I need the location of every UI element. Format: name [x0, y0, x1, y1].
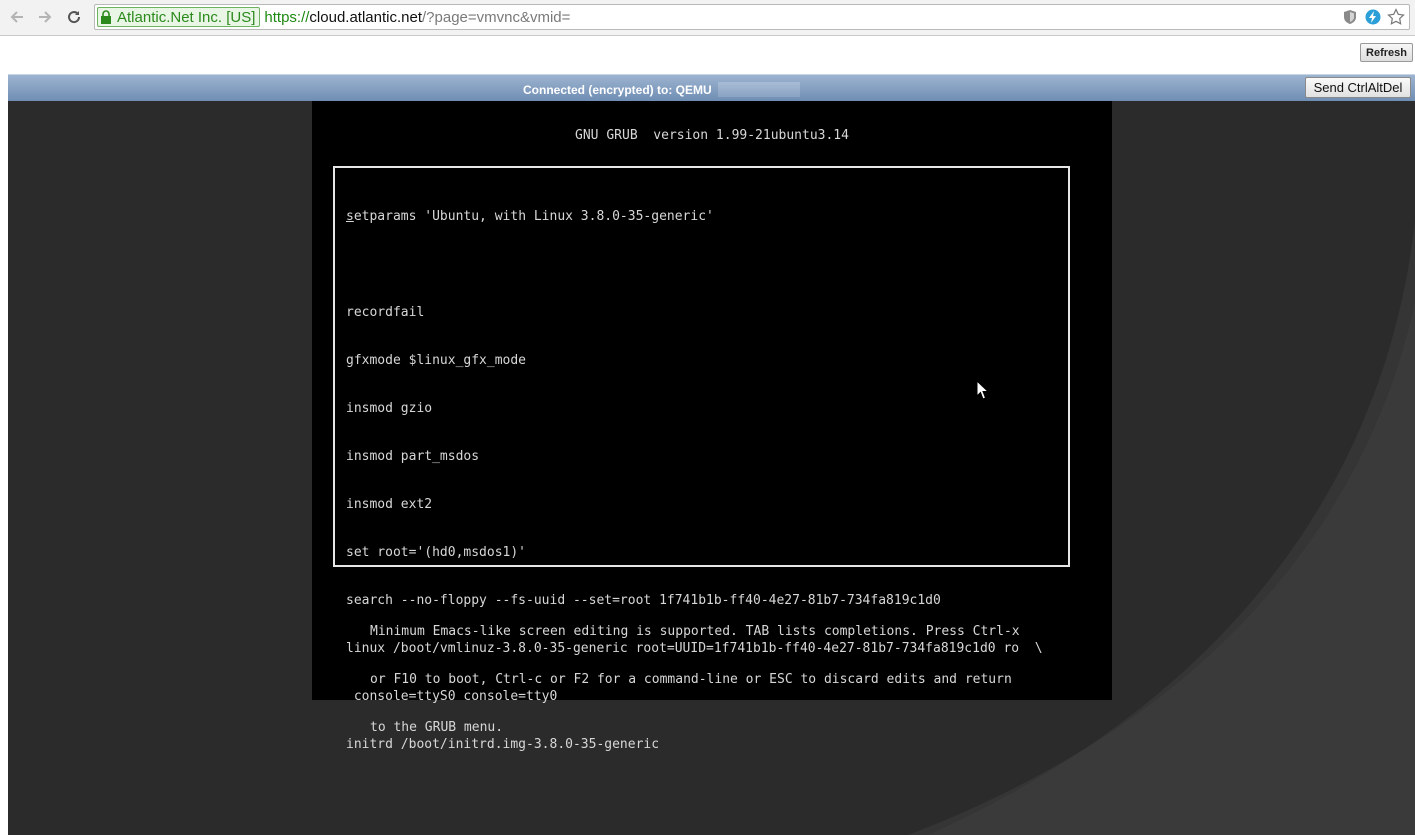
bookmark-star-icon[interactable] — [1386, 7, 1405, 26]
refresh-button[interactable]: Refresh — [1360, 43, 1413, 62]
grub-line: insmod ext2 — [346, 497, 433, 512]
back-arrow-icon[interactable] — [6, 6, 28, 28]
grub-edit-box[interactable]: setparams 'Ubuntu, with Linux 3.8.0-35-g… — [333, 166, 1070, 752]
grub-line: insmod part_msdos — [346, 449, 480, 464]
ev-certificate-label: Atlantic.Net Inc. [US] — [117, 8, 256, 26]
grub-line — [346, 257, 1043, 273]
ev-certificate-badge[interactable]: Atlantic.Net Inc. [US] — [97, 7, 261, 27]
reload-icon[interactable] — [63, 6, 85, 28]
vnc-connection-status: Connected (encrypted) to: QEMU — [523, 83, 712, 97]
url-path: /?page=vmvnc&vmid= — [422, 8, 571, 26]
lock-icon — [100, 10, 112, 24]
grub-help-line: to the GRUB menu. — [370, 720, 504, 735]
grub-line-text: etparams 'Ubuntu, with Linux 3.8.0-35-ge… — [353, 209, 714, 224]
grub-version-header: GNU GRUB version 1.99-21ubuntu3.14 — [575, 128, 849, 143]
grub-line: insmod gzio — [346, 401, 433, 416]
text-cursor: s — [346, 209, 354, 224]
redacted-host — [718, 82, 800, 97]
vnc-status-bar: Connected (encrypted) to: QEMU — [8, 74, 1415, 101]
vnc-canvas-area[interactable]: GNU GRUB version 1.99-21ubuntu3.14 setpa… — [8, 101, 1415, 835]
grub-line: recordfail — [346, 305, 425, 320]
grub-line: set root='(hd0,msdos1)' — [346, 545, 527, 560]
grub-line: gfxmode $linux_gfx_mode — [346, 353, 527, 368]
grub-line-setparams: setparams 'Ubuntu, with Linux 3.8.0-35-g… — [346, 209, 1043, 225]
mouse-pointer-icon — [976, 380, 990, 400]
address-bar[interactable]: Atlantic.Net Inc. [US] https://cloud.atl… — [94, 4, 1410, 30]
lightning-extension-icon[interactable] — [1363, 7, 1382, 26]
grub-help-text: Minimum Emacs-like screen editing is sup… — [370, 592, 1020, 768]
url-host: cloud.atlantic.net — [309, 8, 422, 26]
grub-help-line: or F10 to boot, Ctrl-c or F2 for a comma… — [370, 672, 1012, 687]
grub-console-screen[interactable]: GNU GRUB version 1.99-21ubuntu3.14 setpa… — [312, 101, 1112, 752]
forward-arrow-icon[interactable] — [34, 6, 56, 28]
send-ctrl-alt-del-button[interactable]: Send CtrlAltDel — [1305, 77, 1411, 98]
shield-extension-icon[interactable] — [1340, 7, 1359, 26]
url-scheme: https:// — [264, 8, 310, 26]
browser-toolbar: Atlantic.Net Inc. [US] https://cloud.atl… — [0, 0, 1415, 36]
grub-help-line: Minimum Emacs-like screen editing is sup… — [370, 624, 1020, 639]
